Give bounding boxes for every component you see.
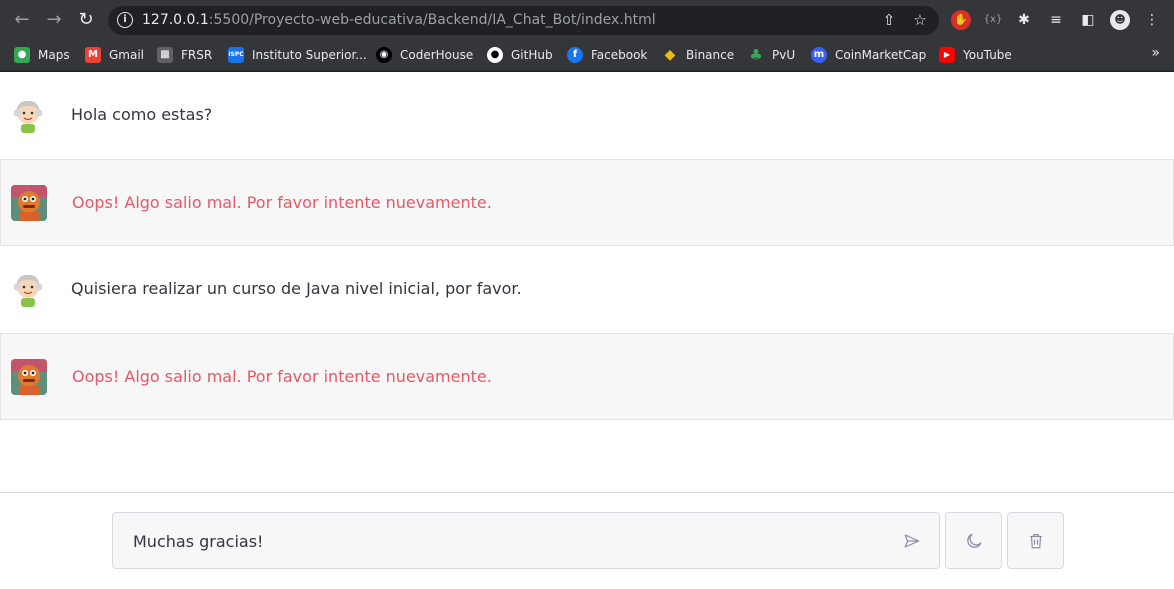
json-extension-icon[interactable]: {x} [983,10,1003,30]
bookmark-star-icon[interactable]: ☆ [911,11,929,29]
chat-input-area: Muchas gracias! [0,492,1174,589]
coinmarketcap-icon: m [811,47,827,63]
maps-icon: ● [14,47,30,63]
binance-icon: ◆ [664,47,676,63]
user-avatar [10,271,46,307]
browser-toolbar: ← → ↻ i 127.0.0.1:5500/Proyecto-web-educ… [0,0,1174,40]
bookmark-instituto[interactable]: ISPC Instituto Superior... [228,45,367,65]
chat-message-user: Hola como estas? [0,72,1174,159]
theme-toggle-button[interactable] [945,512,1002,569]
youtube-icon: ▶ [939,47,955,63]
bot-avatar [11,185,47,221]
bookmark-pvu[interactable]: ♣ PvU [748,45,795,65]
adblock-extension-icon[interactable]: ✋ [951,10,971,30]
extensions-puzzle-icon[interactable]: ✱ [1014,10,1034,30]
message-text: Oops! Algo salio mal. Por favor intente … [72,367,492,386]
gmail-icon: M [85,47,101,63]
message-text: Hola como estas? [71,105,213,124]
chat-input[interactable]: Muchas gracias! [112,512,940,569]
coderhouse-icon: ◉ [376,47,392,63]
bookmark-coinmarketcap[interactable]: m CoinMarketCap [811,45,926,65]
moon-icon [966,533,981,548]
bookmark-facebook[interactable]: f Facebook [567,45,647,65]
profile-avatar-icon[interactable]: ☻ [1110,10,1130,30]
bookmarks-bar: ● Maps M Gmail ▩ FRSR ISPC Instituto Sup… [0,40,1174,71]
trash-icon [1029,533,1042,548]
bookmark-github[interactable]: ● GitHub [487,45,553,65]
bookmark-youtube[interactable]: ▶ YouTube [939,45,1012,65]
bookmarks-overflow-icon[interactable]: » [1151,45,1160,61]
side-panel-icon[interactable]: ◧ [1078,10,1098,30]
bookmark-binance[interactable]: ◆ Binance [662,45,735,65]
back-arrow-icon[interactable]: ← [11,9,33,31]
address-bar[interactable]: i 127.0.0.1:5500/Proyecto-web-educativa/… [108,6,939,35]
bot-avatar [11,359,47,395]
bookmark-frsr[interactable]: ▩ FRSR [157,45,212,65]
github-icon: ● [487,47,503,63]
chat-page: Hola como estas? Oops! Algo salio mal. P… [0,72,1174,589]
ispc-icon: ISPC [228,47,244,63]
send-icon[interactable] [903,532,921,550]
chat-message-bot-error: Oops! Algo salio mal. Por favor intente … [0,333,1174,420]
facebook-icon: f [567,47,583,63]
share-icon[interactable]: ⇧ [880,11,898,29]
message-text: Oops! Algo salio mal. Por favor intente … [72,193,492,212]
chat-message-bot-error: Oops! Algo salio mal. Por favor intente … [0,159,1174,246]
site-info-icon[interactable]: i [117,12,133,28]
chat-input-value[interactable]: Muchas gracias! [133,532,263,551]
reload-icon[interactable]: ↻ [75,9,97,31]
forward-arrow-icon[interactable]: → [43,9,65,31]
bookmark-gmail[interactable]: M Gmail [85,45,144,65]
frsr-icon: ▩ [157,47,173,63]
bookmark-coderhouse[interactable]: ◉ CoderHouse [376,45,473,65]
user-avatar [10,97,46,133]
bookmark-maps[interactable]: ● Maps [14,45,70,65]
chat-message-user: Quisiera realizar un curso de Java nivel… [0,246,1174,333]
delete-chat-button[interactable] [1007,512,1064,569]
url-text[interactable]: 127.0.0.1:5500/Proyecto-web-educativa/Ba… [142,12,656,28]
message-text: Quisiera realizar un curso de Java nivel… [71,279,522,298]
pvu-icon: ♣ [749,46,763,64]
more-menu-icon[interactable]: ⋮ [1142,10,1162,30]
media-queue-icon[interactable]: ≡ [1046,10,1066,30]
